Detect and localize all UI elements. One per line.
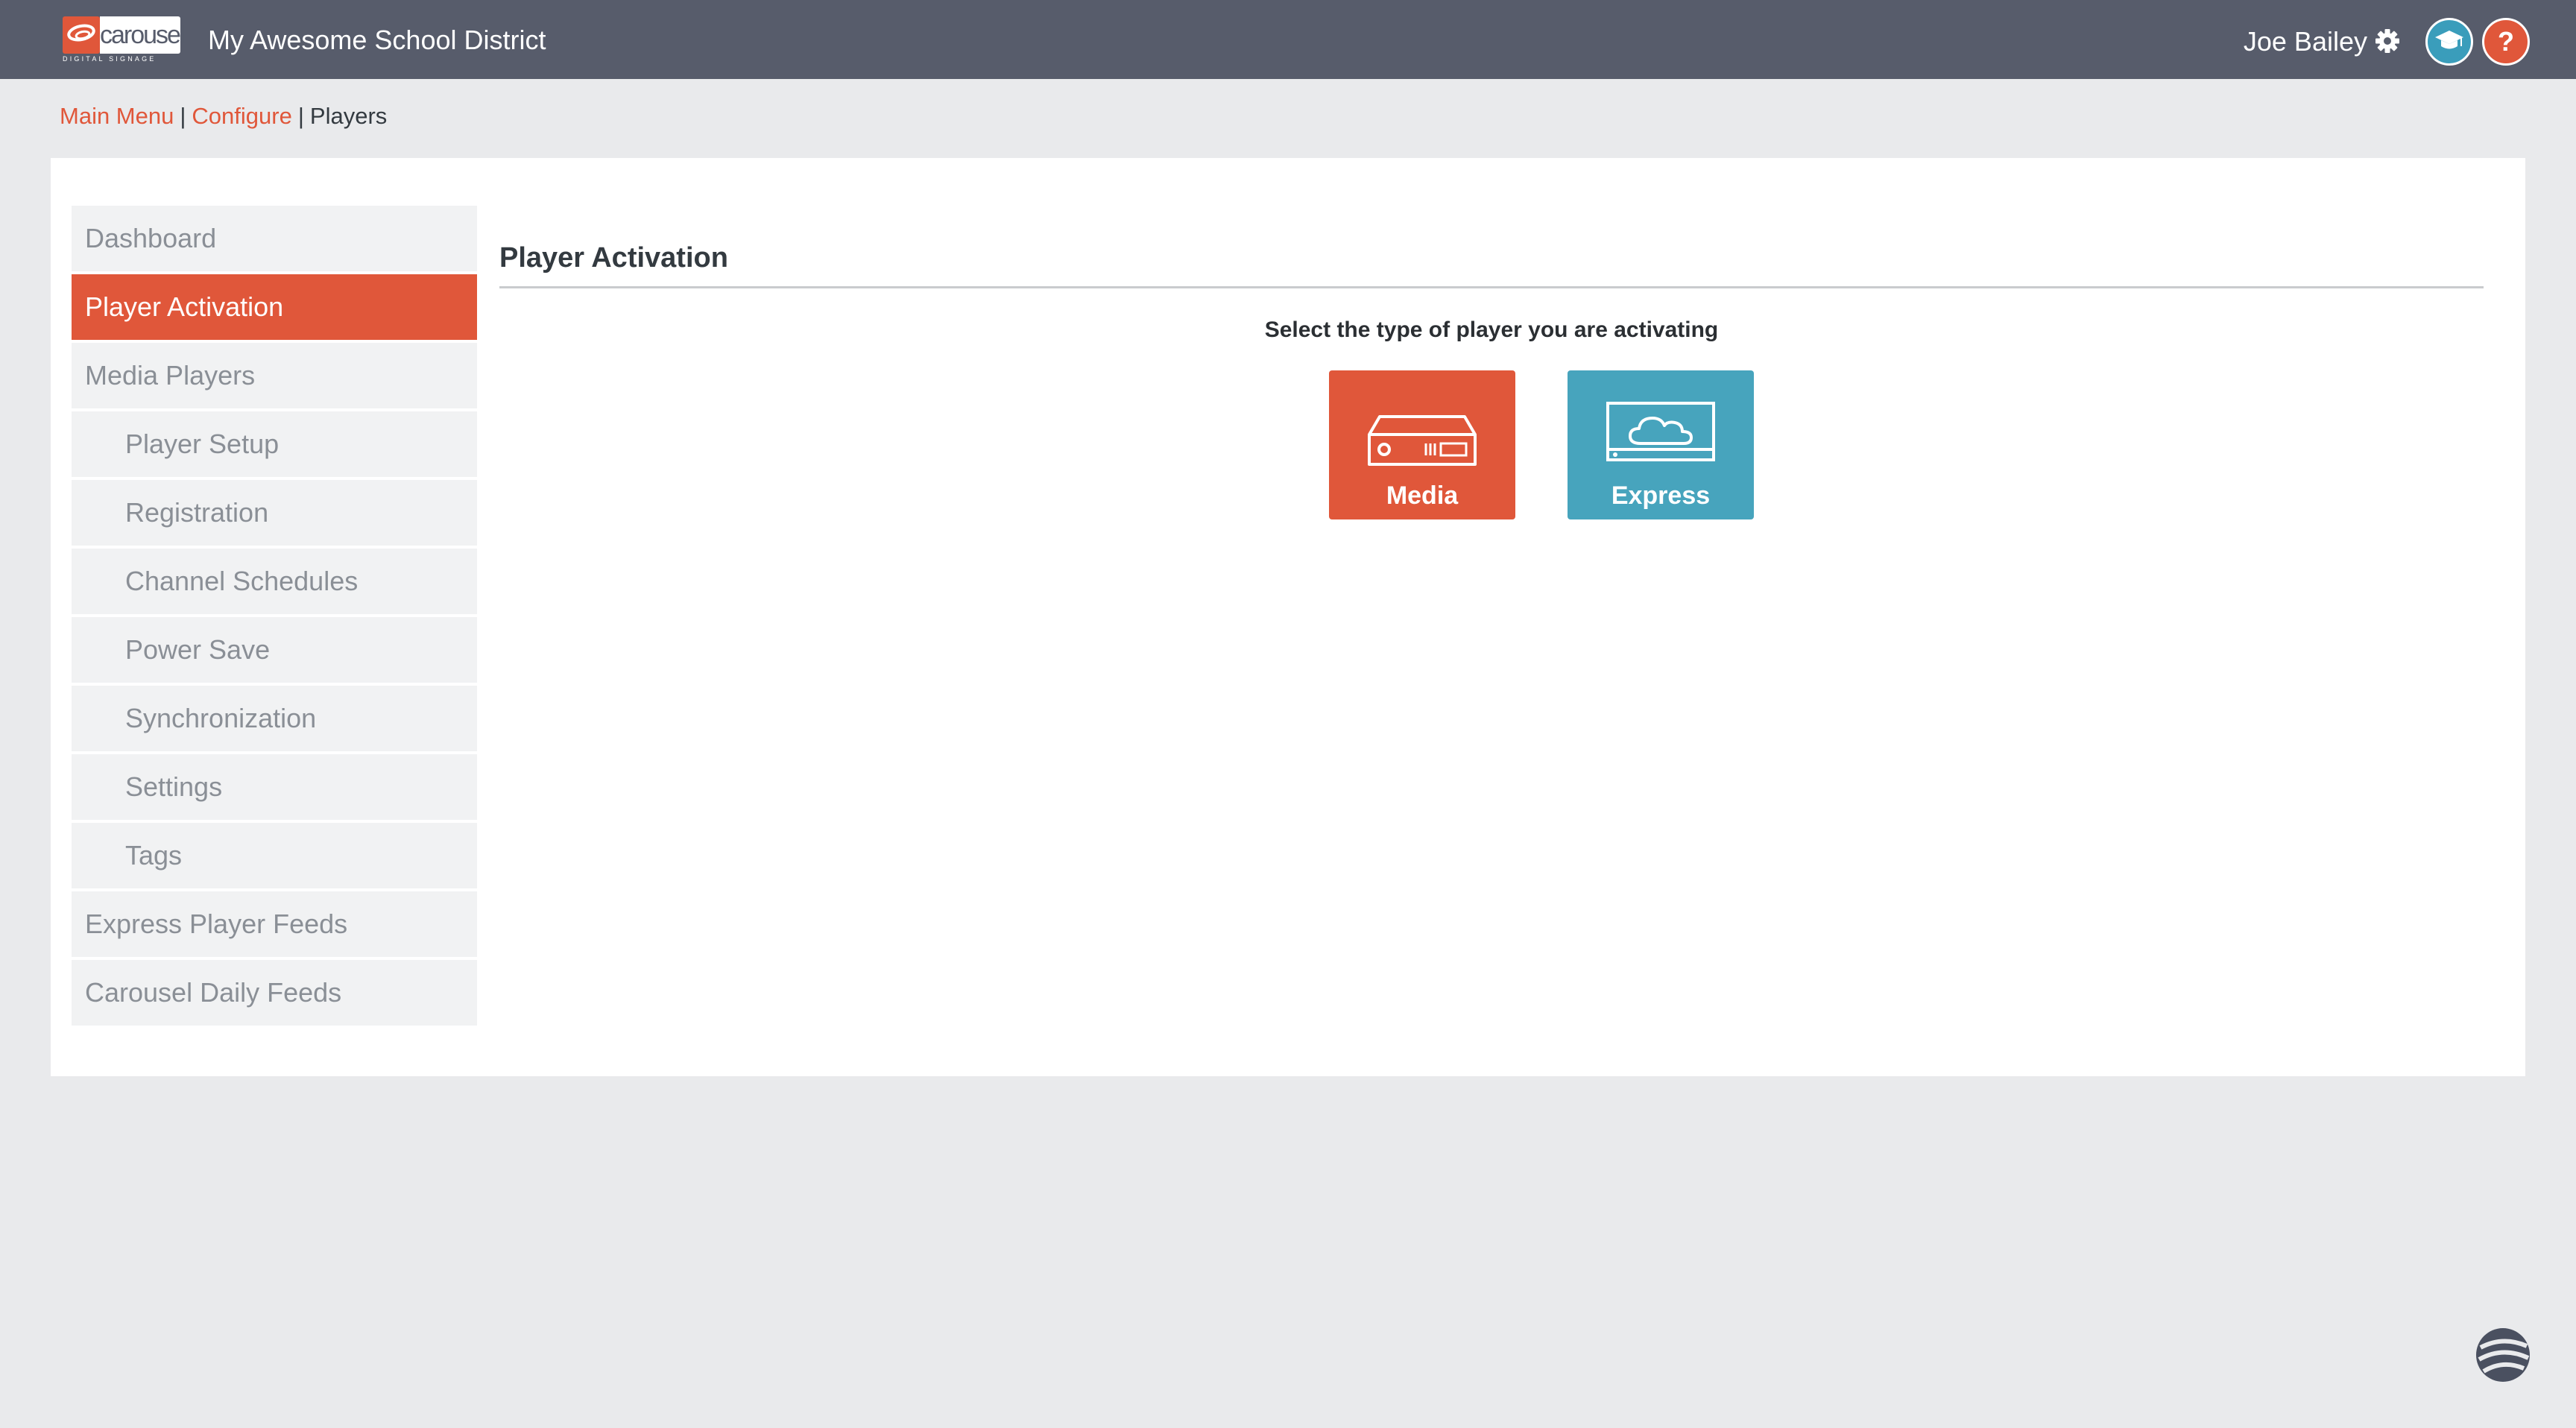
top-bar: carousel DIGITAL SIGNAGE My Awesome Scho… — [0, 0, 2576, 79]
page-title: Player Activation — [499, 242, 728, 274]
sidebar-item-player-setup[interactable]: Player Setup — [72, 411, 477, 477]
cloud-display-icon — [1605, 400, 1717, 473]
player-type-choices: Media Express — [499, 370, 2484, 519]
carousel-swirl-icon — [63, 16, 100, 54]
sidebar-item-dashboard[interactable]: Dashboard — [72, 206, 477, 271]
sidebar-item-channel-schedules[interactable]: Channel Schedules — [72, 549, 477, 614]
breadcrumb-configure[interactable]: Configure — [192, 103, 291, 129]
breadcrumb-separator: | — [180, 103, 186, 129]
sidebar-item-settings[interactable]: Settings — [72, 754, 477, 820]
breadcrumb: Main Menu | Configure | Players — [60, 103, 387, 130]
help-icon: ? — [2498, 26, 2514, 57]
sidebar-item-registration[interactable]: Registration — [72, 480, 477, 546]
academy-button[interactable] — [2425, 18, 2473, 66]
express-player-label: Express — [1611, 481, 1711, 510]
express-player-button[interactable]: Express — [1568, 370, 1754, 519]
carousel-logo[interactable]: carousel DIGITAL SIGNAGE — [63, 16, 186, 63]
sidebar-item-express-player-feeds[interactable]: Express Player Feeds — [72, 891, 477, 957]
sidebar-nav: Dashboard Player Activation Media Player… — [72, 206, 477, 1029]
media-player-button[interactable]: Media — [1329, 370, 1515, 519]
media-player-device-icon — [1366, 414, 1478, 471]
media-player-label: Media — [1386, 481, 1459, 510]
breadcrumb-current: Players — [309, 103, 388, 129]
sidebar-item-media-players[interactable]: Media Players — [72, 343, 477, 408]
sidebar-item-synchronization[interactable]: Synchronization — [72, 686, 477, 751]
user-name[interactable]: Joe Bailey — [2244, 27, 2367, 57]
gear-icon[interactable] — [2375, 28, 2400, 54]
main-panel: Dashboard Player Activation Media Player… — [51, 158, 2525, 1076]
sidebar-item-tags[interactable]: Tags — [72, 823, 477, 888]
help-button[interactable]: ? — [2482, 18, 2530, 66]
sidebar-item-player-activation[interactable]: Player Activation — [72, 274, 477, 340]
sidebar-item-power-save[interactable]: Power Save — [72, 617, 477, 683]
player-type-prompt: Select the type of player you are activa… — [1264, 317, 1719, 342]
breadcrumb-main-menu[interactable]: Main Menu — [60, 103, 174, 129]
globe-icon[interactable] — [2473, 1325, 2533, 1385]
sidebar-item-carousel-daily-feeds[interactable]: Carousel Daily Feeds — [72, 960, 477, 1026]
breadcrumb-separator: | — [297, 103, 304, 129]
graduation-cap-icon — [2434, 28, 2464, 56]
logo-tagline: DIGITAL SIGNAGE — [63, 55, 157, 63]
logo-wordmark: carousel — [100, 16, 186, 54]
organization-title: My Awesome School District — [208, 25, 546, 55]
content-area: Player Activation Select the type of pla… — [499, 238, 2484, 519]
title-divider — [499, 286, 2484, 288]
